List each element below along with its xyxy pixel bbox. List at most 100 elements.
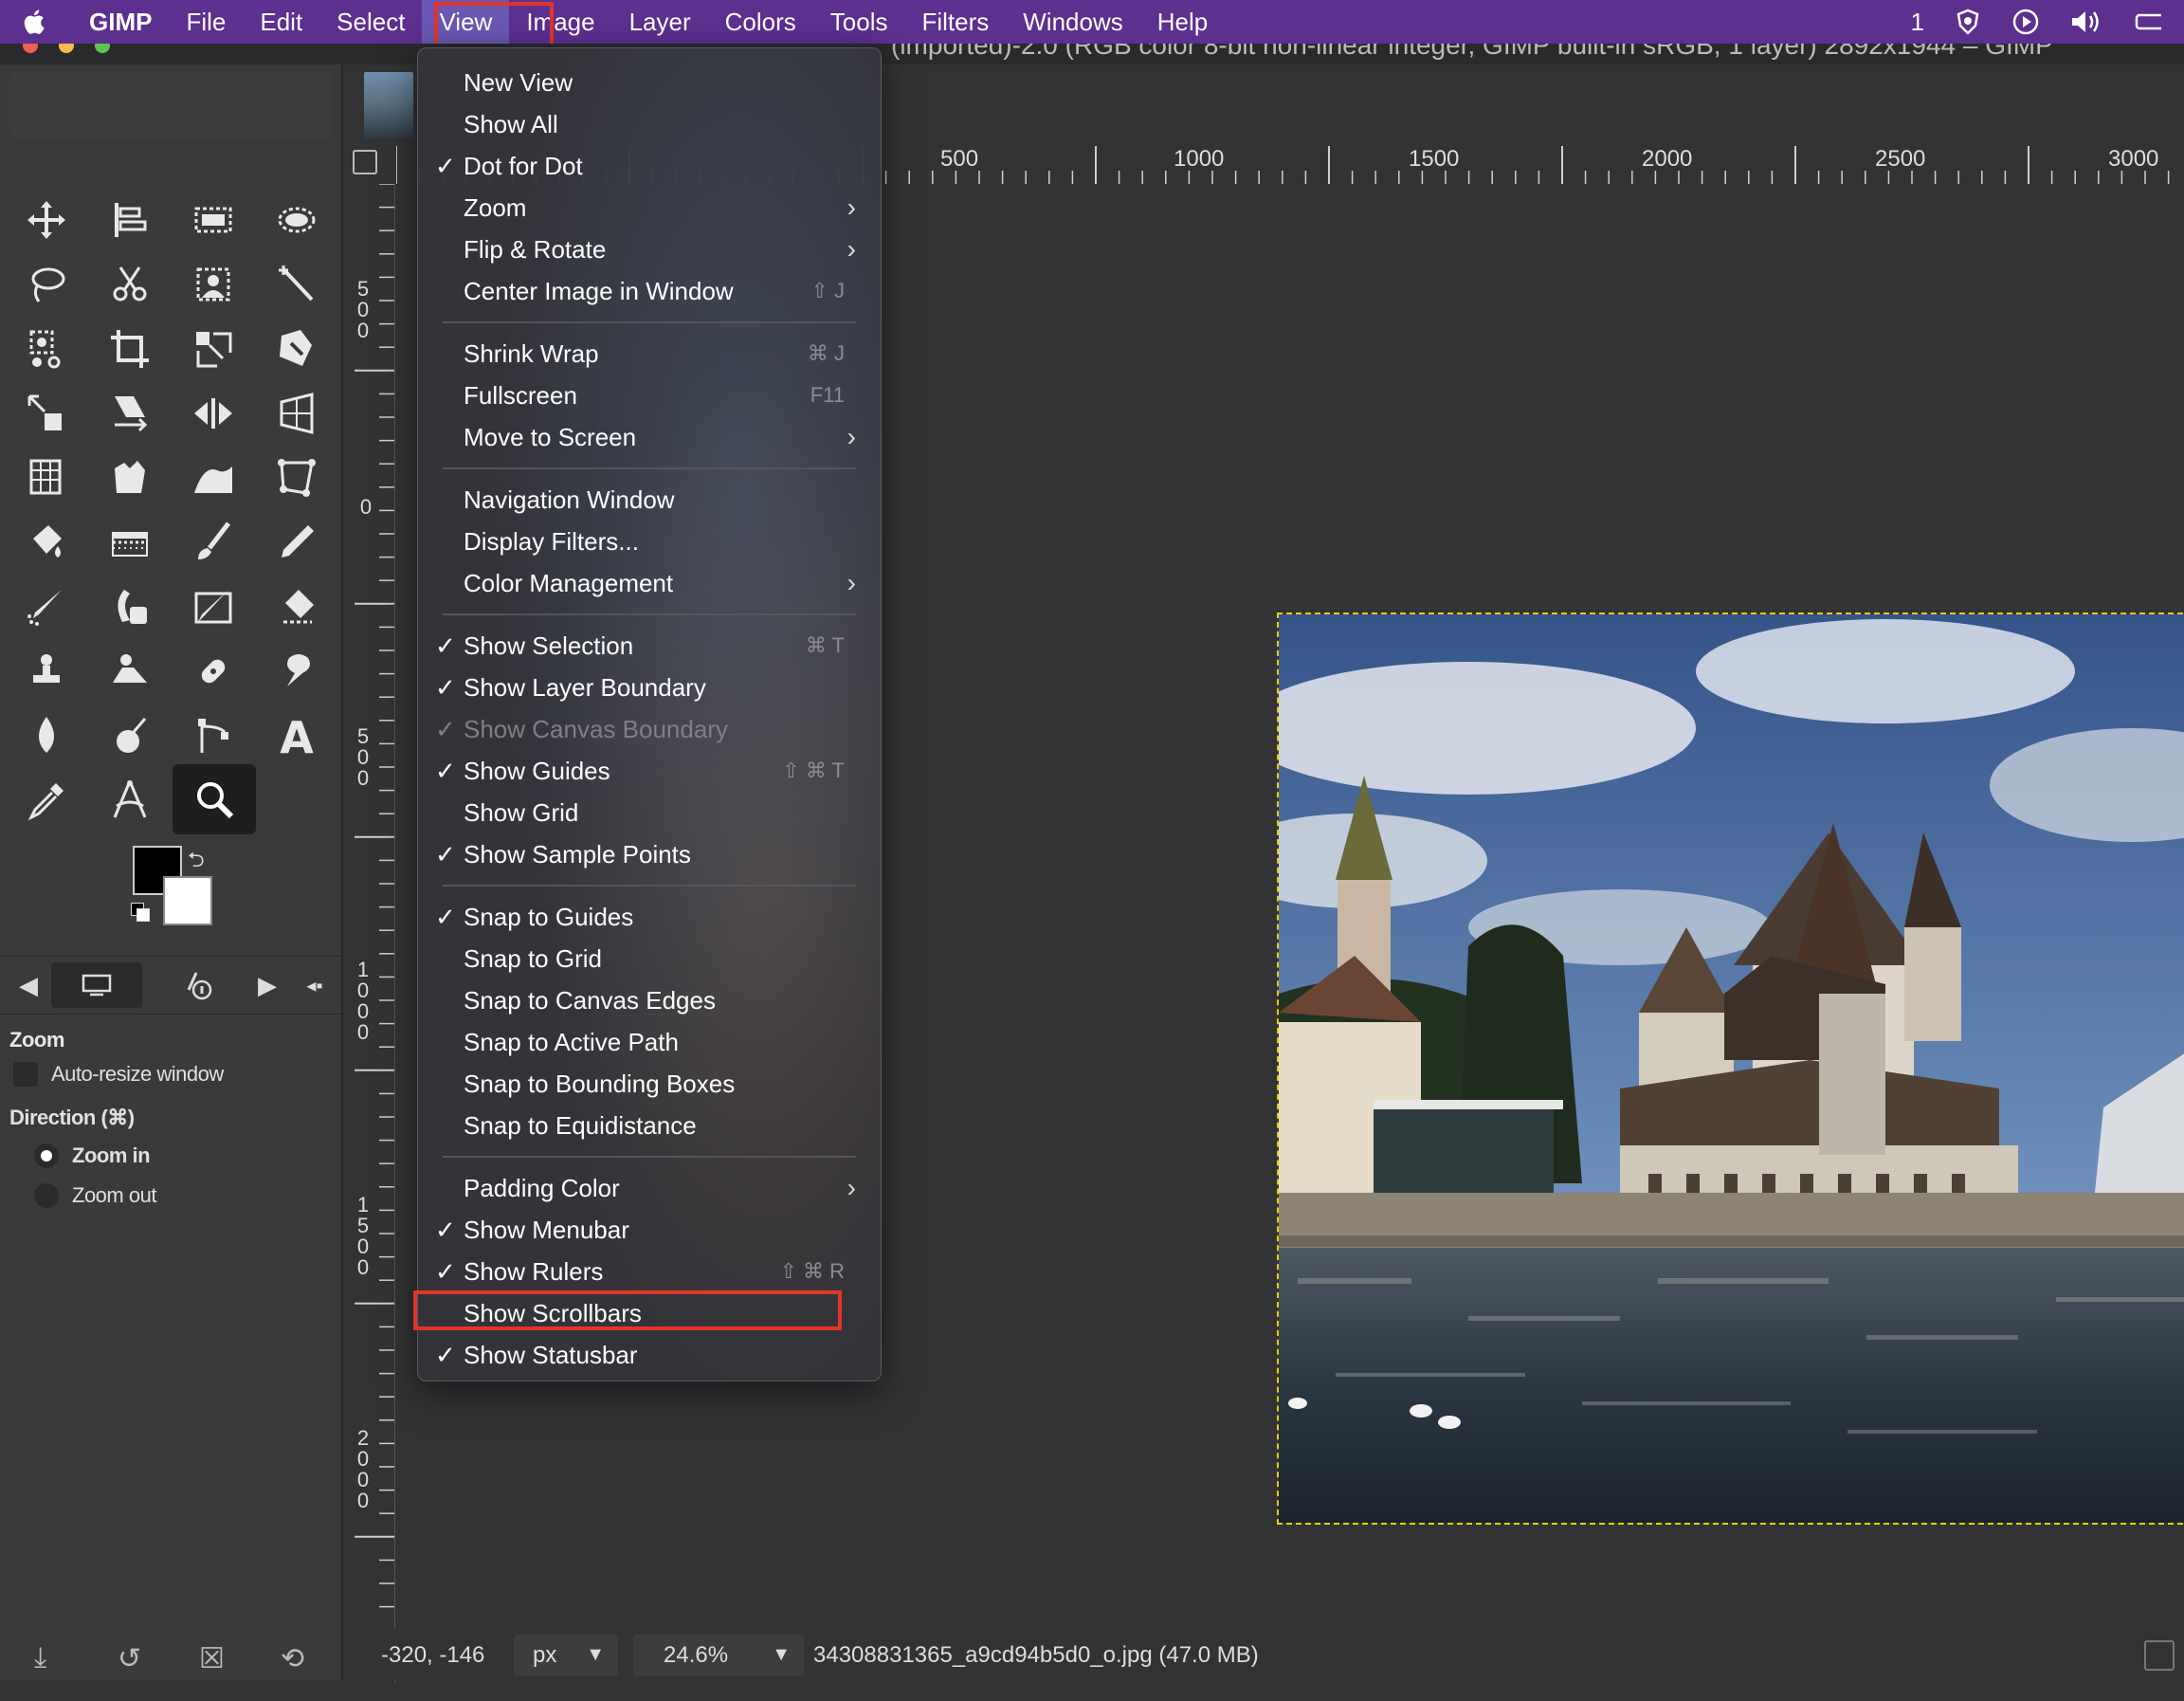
align-tool-icon[interactable] [99, 192, 161, 248]
save-tool-preset-icon[interactable]: ⤓ [34, 1642, 46, 1674]
navigate-icon[interactable] [2144, 1640, 2175, 1671]
shear-tool-icon[interactable] [99, 385, 161, 442]
heal-tool-icon[interactable] [182, 643, 245, 700]
menu-colors[interactable]: Colors [708, 0, 813, 44]
tab-tool-options[interactable] [51, 962, 142, 1008]
window-close-button[interactable] [23, 44, 38, 53]
menu-item-move-to-screen[interactable]: Move to Screen › [418, 416, 881, 458]
unit-selector[interactable]: px ▼ [514, 1635, 618, 1676]
window-zoom-button[interactable] [95, 44, 110, 53]
paths-tool-icon[interactable] [182, 707, 245, 764]
wilber-drop-area[interactable] [9, 72, 332, 138]
zoom-value[interactable]: 24.6% [664, 1642, 728, 1669]
menu-help[interactable]: Help [1140, 0, 1225, 44]
scale-tool-icon[interactable] [15, 385, 78, 442]
flip-tool-icon[interactable] [182, 385, 245, 442]
paintbrush-tool-icon[interactable] [182, 514, 245, 571]
unit-dropdown-icon[interactable]: ▼ [586, 1644, 605, 1666]
perspective-clone-tool-icon[interactable] [99, 643, 161, 700]
foreground-select-tool-icon[interactable] [182, 256, 245, 313]
volume-icon[interactable] [2068, 8, 2104, 36]
zoom-tool-icon[interactable] [173, 764, 256, 834]
menu-item-show-all[interactable]: Show All [418, 103, 881, 145]
menu-item-snap-to-guides[interactable]: ✓ Snap to Guides [418, 896, 881, 938]
menu-tools[interactable]: Tools [813, 0, 905, 44]
tab-scroll-left-icon[interactable]: ◀ [9, 962, 47, 1008]
auto-resize-option[interactable]: Auto-resize window [13, 1062, 224, 1087]
pencil-tool-icon[interactable] [265, 514, 328, 571]
gimp-status-icon[interactable] [1953, 7, 1983, 37]
text-tool-icon[interactable]: A [265, 707, 328, 764]
clone-tool-icon[interactable] [15, 643, 78, 700]
menu-gimp[interactable]: GIMP [70, 0, 169, 44]
menu-item-new-view[interactable]: New View [418, 62, 881, 103]
apple-logo-icon[interactable] [21, 8, 46, 36]
rect-select-tool-icon[interactable] [182, 192, 245, 248]
unified-transform-tool-icon[interactable] [182, 320, 245, 377]
play-circle-icon[interactable] [2011, 8, 2040, 36]
auto-resize-checkbox[interactable] [13, 1062, 38, 1087]
tab-device-status[interactable] [171, 962, 228, 1008]
menu-item-show-grid[interactable]: Show Grid [418, 792, 881, 833]
tab-scroll-right-icon[interactable]: ▶ [248, 962, 286, 1008]
image-tab-thumbnail[interactable] [364, 72, 413, 138]
menu-item-navigation-window[interactable]: Navigation Window [418, 479, 881, 521]
menu-layer[interactable]: Layer [612, 0, 708, 44]
menu-item-snap-to-canvas-edges[interactable]: Snap to Canvas Edges [418, 979, 881, 1021]
menu-item-show-layer-boundary[interactable]: ✓ Show Layer Boundary [418, 667, 881, 708]
measure-tool-icon[interactable] [99, 772, 161, 829]
menu-item-snap-to-active-path[interactable]: Snap to Active Path [418, 1021, 881, 1063]
bucket-fill-tool-icon[interactable] [15, 514, 78, 571]
select-by-color-tool-icon[interactable] [15, 320, 78, 377]
perspective-tool-icon[interactable] [265, 385, 328, 442]
zoom-selector[interactable]: 24.6% ▼ [633, 1635, 804, 1676]
ink-tool-icon[interactable] [99, 578, 161, 635]
menu-item-color-management[interactable]: Color Management › [418, 562, 881, 604]
zoom-out-option[interactable]: Zoom out [13, 1183, 156, 1208]
restore-tool-preset-icon[interactable]: ↺ [118, 1642, 141, 1675]
menu-item-show-rulers[interactable]: ✓ Show Rulers ⇧ ⌘ R [418, 1251, 881, 1292]
menu-item-snap-to-bounding-boxes[interactable]: Snap to Bounding Boxes [418, 1063, 881, 1105]
zoom-dropdown-icon[interactable]: ▼ [772, 1644, 791, 1666]
handle-transform-tool-icon[interactable] [265, 449, 328, 506]
reset-tool-options-icon[interactable]: ⟲ [281, 1642, 304, 1675]
menu-item-padding-color[interactable]: Padding Color › [418, 1167, 881, 1209]
smudge-tool-icon[interactable] [265, 643, 328, 700]
status-number[interactable]: 1 [1911, 8, 1924, 37]
menu-item-show-sample-points[interactable]: ✓ Show Sample Points [418, 833, 881, 875]
window-minimize-button[interactable] [59, 44, 74, 53]
gradient-tool-icon[interactable] [99, 514, 161, 571]
delete-tool-preset-icon[interactable]: ☒ [199, 1642, 225, 1675]
menu-item-dot-for-dot[interactable]: ✓ Dot for Dot [418, 145, 881, 187]
move-tool-icon[interactable] [15, 192, 78, 248]
menu-item-center-image-in-window[interactable]: Center Image in Window ⇧ J [418, 270, 881, 312]
menu-windows[interactable]: Windows [1006, 0, 1139, 44]
zoom-in-option[interactable]: Zoom in [13, 1143, 151, 1168]
battery-icon[interactable] [2133, 8, 2161, 36]
zoom-in-radio[interactable] [34, 1143, 59, 1168]
vertical-ruler[interactable]: 500 0 500 1000 1500 2000 2 [353, 184, 395, 1682]
lasso-tool-icon[interactable] [15, 256, 78, 313]
menu-item-show-statusbar[interactable]: ✓ Show Statusbar [418, 1334, 881, 1376]
menu-file[interactable]: File [169, 0, 243, 44]
quick-mask-toggle-icon[interactable] [353, 150, 377, 174]
dodge-burn-tool-icon[interactable] [99, 707, 161, 764]
menu-item-show-guides[interactable]: ✓ Show Guides ⇧ ⌘ T [418, 750, 881, 792]
menu-edit[interactable]: Edit [243, 0, 319, 44]
dock-menu-icon[interactable]: ◂▪ [296, 962, 334, 1008]
menu-select[interactable]: Select [319, 0, 422, 44]
ellipse-select-tool-icon[interactable] [265, 192, 328, 248]
cage-transform-tool-icon[interactable] [99, 449, 161, 506]
menu-item-show-menubar[interactable]: ✓ Show Menubar [418, 1209, 881, 1251]
warp-tool-icon[interactable] [182, 449, 245, 506]
swap-colors-icon[interactable]: ⮌ [188, 844, 205, 880]
color-picker-tool-icon[interactable] [15, 772, 78, 829]
menu-item-snap-to-equidistance[interactable]: Snap to Equidistance [418, 1105, 881, 1146]
menu-item-show-selection[interactable]: ✓ Show Selection ⌘ T [418, 625, 881, 667]
zoom-out-radio[interactable] [34, 1183, 59, 1208]
eraser-tool-icon[interactable] [265, 578, 328, 635]
background-color-swatch[interactable] [163, 876, 212, 925]
menu-item-display-filters[interactable]: Display Filters... [418, 521, 881, 562]
crop-tool-icon[interactable] [99, 320, 161, 377]
menu-item-flip-rotate[interactable]: Flip & Rotate › [418, 229, 881, 270]
